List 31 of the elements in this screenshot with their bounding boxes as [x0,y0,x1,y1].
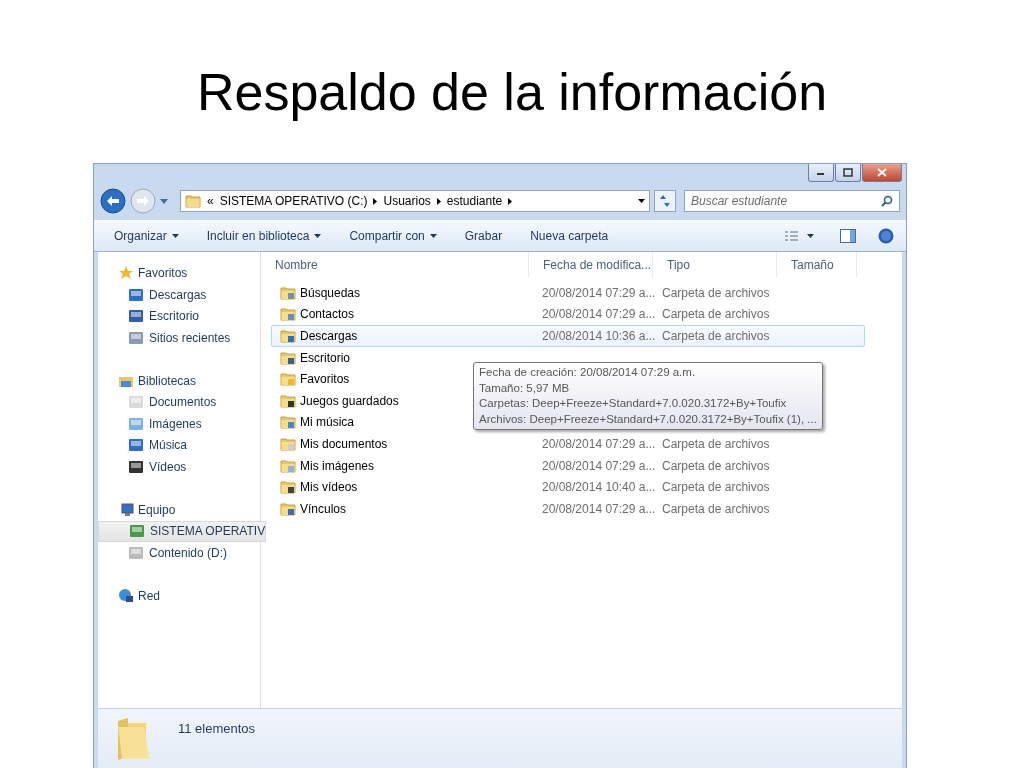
slide-title: Respaldo de la información [195,62,829,123]
type-cell-text: Carpeta de archivos [662,306,771,324]
file-name: Vínculos [300,500,347,518]
type-cell-text: Carpeta de archivos [662,435,771,453]
tooltip-line: Carpetas: Deep+Freeze+Standard+7.0.020.3172+By+Toufix [479,396,788,411]
type-cell-text: Carpeta de archivos [662,500,771,518]
file-name: Mis documentos [300,435,388,453]
file-name: Mis imágenes [300,457,375,475]
file-name: Mi música [300,414,354,432]
file-name: Descargas [300,328,358,345]
file-name: Juegos guardados [300,392,399,410]
file-name: Búsquedas [300,284,361,302]
type-cell-text: Carpeta de archivos [662,457,771,475]
tooltip-line: Archivos: Deep+Freeze+Standard+7.0.020.3172+By+Toufix (1), ... [479,411,817,427]
date-cell-text: 20/08/2014 07:29 a... [541,457,657,475]
file-name: Mis vídeos [300,479,358,497]
date-cell-text: 20/08/2014 07:29 a... [541,284,657,302]
date-cell-text: 20/08/2014 07:29 a... [541,435,657,453]
date-cell-text: 20/08/2014 07:29 a... [541,306,657,324]
file-name: Contactos [300,306,355,324]
date-cell-text: 20/08/2014 07:29 a... [541,500,657,518]
date-cell-text: 20/08/2014 10:36 a... [541,328,657,345]
file-name: Escritorio [300,349,350,367]
type-cell-text: Carpeta de archivos [662,479,771,497]
tooltip-line: Fecha de creación: 20/08/2014 07:29 a.m. [479,365,697,380]
tooltip-line: Tamaño: 5,97 MB [479,380,571,396]
item-count: 11 elementos [178,720,256,738]
type-cell-text: Carpeta de archivos [662,328,771,345]
date-cell-text: 20/08/2014 10:40 a... [541,479,657,497]
type-cell-text: Carpeta de archivos [662,284,771,302]
file-name: Favoritos [300,371,350,389]
